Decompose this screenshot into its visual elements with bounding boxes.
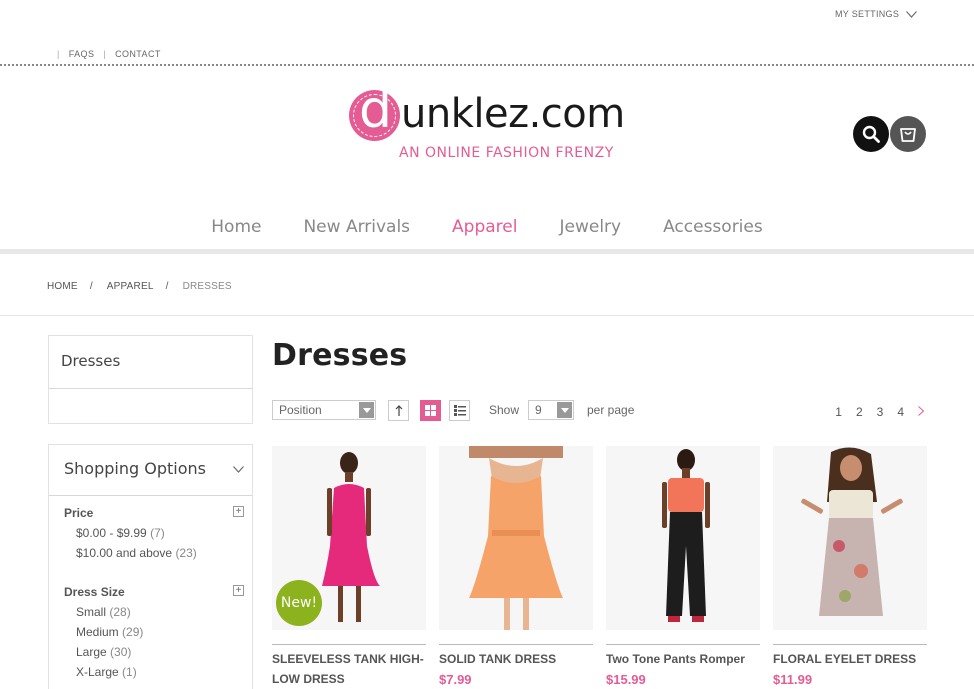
category-divider: [49, 388, 252, 389]
filter-option[interactable]: $10.00 and above (23): [76, 546, 244, 560]
product-image[interactable]: [439, 446, 593, 630]
chevron-down-icon: [906, 10, 918, 18]
romper-figure: [662, 449, 710, 622]
show-label: Show: [489, 403, 520, 417]
grid-icon: [425, 405, 436, 416]
nav-divider: [0, 249, 974, 254]
product-card[interactable]: FLORAL EYELET DRESS $11.99: [773, 446, 927, 687]
nav-jewelry[interactable]: Jewelry: [559, 217, 621, 237]
list-icon: [453, 405, 466, 416]
sort-select[interactable]: Position: [272, 400, 376, 420]
product-card[interactable]: SOLID TANK DRESS $7.99: [439, 446, 593, 687]
filter-option[interactable]: X-Large (1): [76, 665, 244, 679]
page-4[interactable]: 4: [897, 405, 904, 419]
chevron-down-icon[interactable]: [233, 466, 244, 473]
nav-accessories[interactable]: Accessories: [663, 217, 763, 237]
dress-figure: [801, 447, 903, 616]
category-box: Dresses: [48, 335, 253, 424]
breadcrumb-home[interactable]: HOME: [47, 281, 78, 292]
site-logo[interactable]: d unklez.com AN ONLINE FASHION FRENZY: [349, 84, 629, 162]
nav-home[interactable]: Home: [211, 217, 261, 237]
page-2[interactable]: 2: [856, 405, 863, 419]
breadcrumb-current: DRESSES: [182, 281, 232, 292]
product-price: $11.99: [773, 672, 813, 687]
filter-option[interactable]: Small (28): [76, 605, 244, 619]
contact-link[interactable]: CONTACT: [115, 49, 161, 59]
cart-button[interactable]: [890, 116, 926, 152]
filter-title: Price: [64, 506, 94, 520]
next-page-button[interactable]: [918, 405, 925, 419]
per-page-label: per page: [587, 403, 635, 417]
filter-price: Price + $0.00 - $9.99 (7) $10.00 and abo…: [64, 506, 244, 560]
toolbar: Position Show 9 per page 1 2 3 4: [272, 400, 925, 421]
page-title: Dresses: [272, 338, 408, 373]
nav-new-arrivals[interactable]: New Arrivals: [303, 217, 410, 237]
grid-view-button[interactable]: [420, 400, 441, 421]
expand-plus-icon[interactable]: +: [233, 585, 244, 596]
faqs-link[interactable]: FAQS: [69, 49, 95, 59]
breadcrumb-apparel[interactable]: APPAREL: [107, 281, 154, 292]
shopping-options: Shopping Options Price + $0.00 - $9.99 (…: [48, 444, 253, 689]
product-name[interactable]: Two Tone Pants Romper: [606, 649, 760, 669]
product-divider: [606, 644, 760, 645]
sort-direction-button[interactable]: [388, 400, 409, 421]
filter-title: Dress Size: [64, 585, 125, 599]
product-card[interactable]: Two Tone Pants Romper $15.99: [606, 446, 760, 687]
my-settings-menu[interactable]: MY SETTINGS: [835, 9, 918, 19]
search-icon: [862, 125, 880, 143]
expand-plus-icon[interactable]: +: [233, 506, 244, 517]
product-name[interactable]: SLEEVELESS TANK HIGH-LOW DRESS: [272, 649, 426, 689]
product-name[interactable]: FLORAL EYELET DRESS: [773, 649, 927, 669]
product-name[interactable]: SOLID TANK DRESS: [439, 649, 593, 669]
new-badge: New!: [276, 580, 322, 626]
product-image[interactable]: [606, 446, 760, 630]
search-button[interactable]: [853, 116, 889, 152]
shopping-options-title[interactable]: Shopping Options: [64, 459, 206, 478]
arrow-up-icon: [395, 405, 402, 416]
product-image[interactable]: [773, 446, 927, 630]
dropdown-arrow-icon: [359, 402, 374, 418]
product-card[interactable]: New! SLEEVELESS TANK HIGH-LOW DRESS: [272, 446, 426, 689]
shopping-bag-icon: [900, 128, 916, 142]
filter-option[interactable]: $0.00 - $9.99 (7): [76, 526, 244, 540]
dress-figure: [469, 446, 563, 630]
logo-text: unklez.com: [401, 91, 625, 137]
product-image[interactable]: New!: [272, 446, 426, 630]
product-price: $7.99: [439, 672, 472, 687]
breadcrumb: HOME / APPAREL / DRESSES: [47, 281, 232, 292]
filter-option[interactable]: Large (30): [76, 645, 244, 659]
dotted-divider: [0, 64, 974, 66]
product-divider: [272, 644, 426, 645]
breadcrumb-divider: [0, 315, 974, 316]
filter-dress-size: Dress Size + Small (28) Medium (29) Larg…: [64, 585, 244, 679]
nav-apparel[interactable]: Apparel: [452, 217, 517, 237]
page-1[interactable]: 1: [835, 405, 842, 419]
list-view-button[interactable]: [449, 400, 470, 421]
logo-letter: d: [359, 80, 393, 140]
product-price: $15.99: [606, 672, 646, 687]
dropdown-arrow-icon: [557, 402, 572, 418]
page-3[interactable]: 3: [877, 405, 884, 419]
options-divider: [49, 495, 252, 496]
top-links: | FAQS | CONTACT: [57, 49, 161, 59]
pagination: 1 2 3 4: [821, 405, 925, 419]
filter-option[interactable]: Medium (29): [76, 625, 244, 639]
product-divider: [439, 644, 593, 645]
main-nav: Home New Arrivals Apparel Jewelry Access…: [0, 217, 974, 237]
category-title: Dresses: [61, 352, 121, 370]
chevron-right-icon: [918, 406, 925, 416]
product-divider: [773, 644, 927, 645]
logo-tagline: AN ONLINE FASHION FRENZY: [399, 145, 614, 161]
per-page-select[interactable]: 9: [528, 400, 574, 420]
my-settings-label: MY SETTINGS: [835, 9, 900, 19]
